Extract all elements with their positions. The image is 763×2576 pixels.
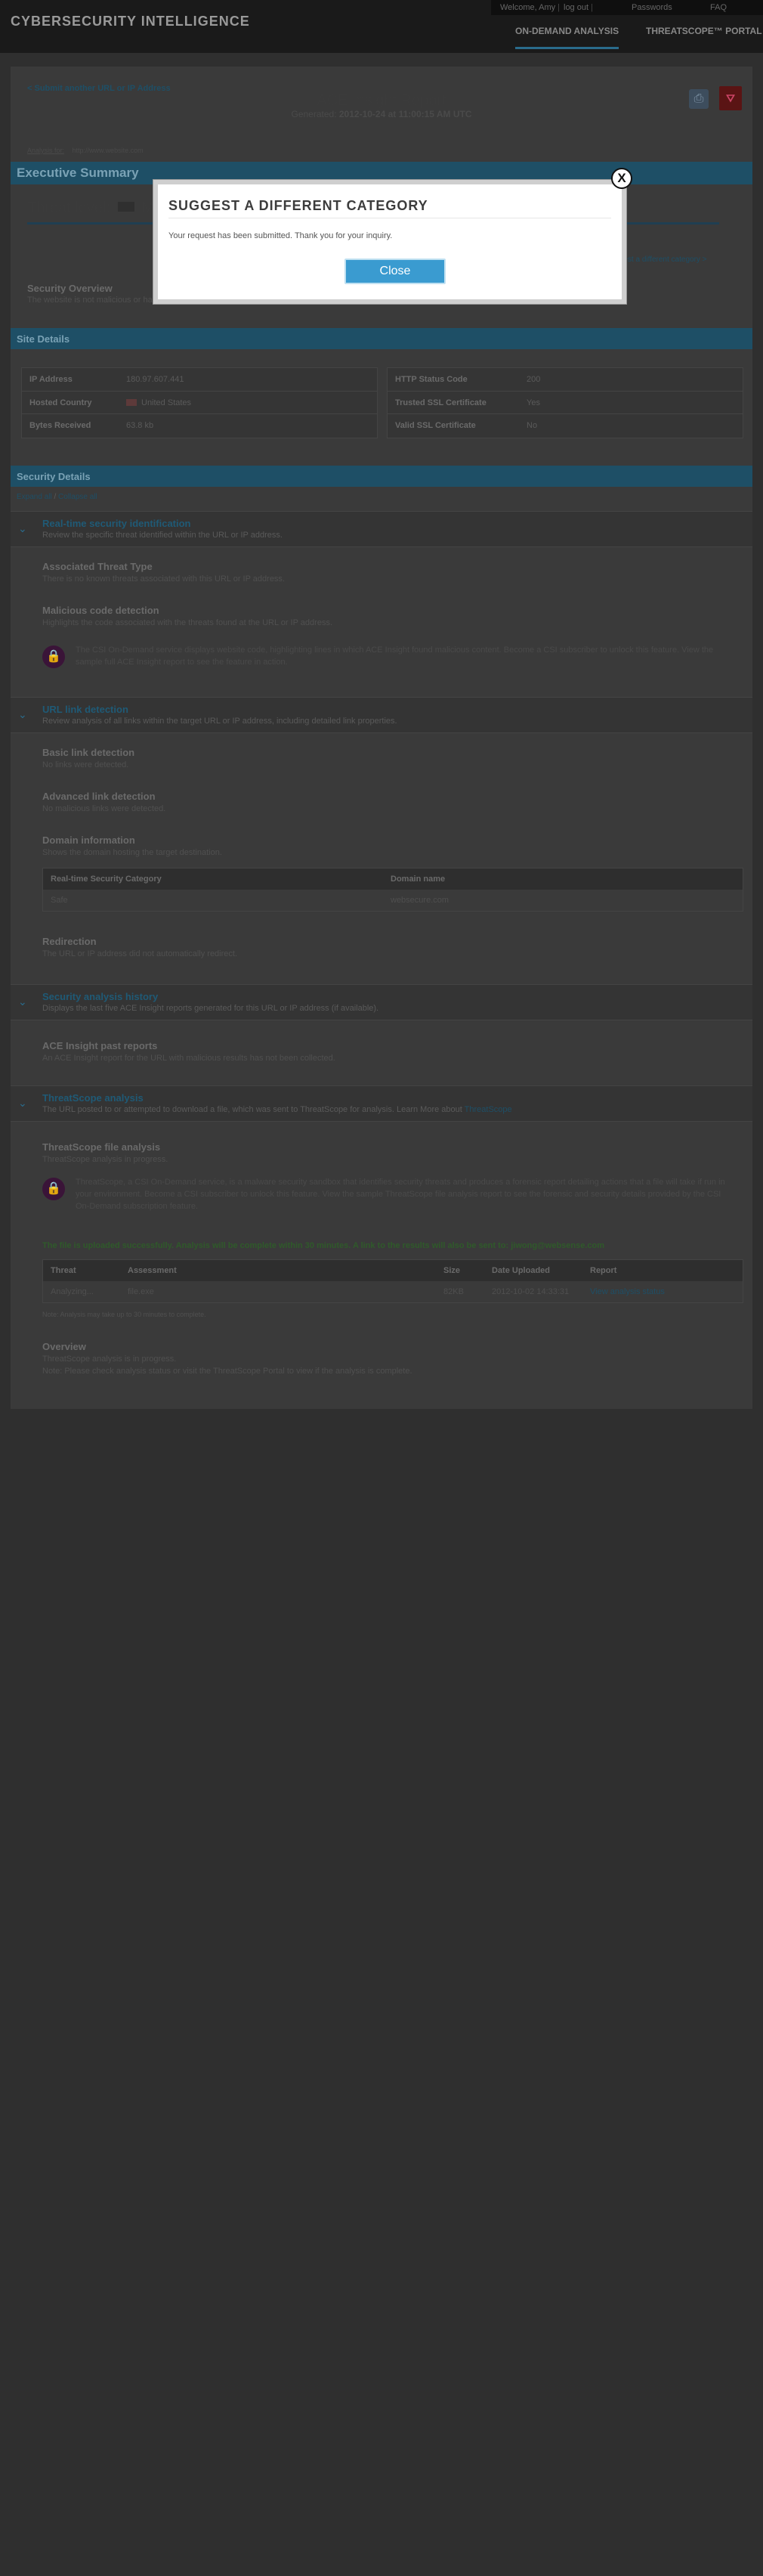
table-row: Safe websecure.com xyxy=(51,896,449,905)
site-details-left: IP Address 180.97.607.441 Hosted Country… xyxy=(21,367,378,438)
threatscope-file-title: ThreatScope file analysis xyxy=(42,1141,161,1153)
overview-title: Overview xyxy=(42,1341,86,1352)
section-realtime-header[interactable]: ⌄ Real-time security identification Revi… xyxy=(11,511,752,547)
threat-level-icon xyxy=(117,202,134,212)
top-header: CYBERSECURITY INTELLIGENCE Welcome, Amy … xyxy=(0,0,763,53)
chevron-down-icon[interactable]: ⌄ xyxy=(18,995,27,1008)
table-row: Analyzing... file.exe 82KB 2012-10-02 14… xyxy=(51,1287,665,1296)
domain-table-header: Real-time Security Category Domain name xyxy=(43,868,743,890)
overview-text: ThreatScope analysis is in progress. xyxy=(42,1355,177,1364)
overview-note: Note: Please check analysis status or vi… xyxy=(42,1367,412,1376)
security-overview-title: Security Overview xyxy=(27,283,113,294)
suggest-category-modal: SUGGEST A DIFFERENT CATEGORY Your reques… xyxy=(153,180,626,304)
close-button[interactable]: Close xyxy=(344,259,446,284)
domain-info-title: Domain information xyxy=(42,834,135,846)
pdf-icon[interactable]: ⛛ xyxy=(719,86,742,110)
lock-icon: 🔒 xyxy=(42,646,65,668)
redirection-text: The URL or IP address did not automatica… xyxy=(42,949,238,958)
learn-more-threatscope-link[interactable]: ThreatScope xyxy=(465,1105,512,1114)
brand-logo-text: CYBERSECURITY INTELLIGENCE xyxy=(11,14,250,29)
chevron-down-icon[interactable]: ⌄ xyxy=(18,1097,27,1110)
threatscope-table-header: Threat Assessment Size Date Uploaded Rep… xyxy=(43,1260,743,1281)
analysis-note: Note: Analysis may take up to 30 minutes… xyxy=(42,1311,206,1318)
upload-success-message: The file is uploaded successfully. Analy… xyxy=(42,1241,605,1250)
modal-title: SUGGEST A DIFFERENT CATEGORY xyxy=(168,198,428,213)
basic-link-title: Basic link detection xyxy=(42,747,135,758)
nav-on-demand-analysis[interactable]: ON-DEMAND ANALYSIS xyxy=(515,26,619,49)
chevron-down-icon[interactable]: ⌄ xyxy=(18,522,27,535)
site-row-bytes: Bytes Received 63.8 kb xyxy=(22,413,377,437)
threatscope-table: Threat Assessment Size Date Uploaded Rep… xyxy=(42,1259,743,1303)
threatscope-file-text: ThreatScope analysis in progress. xyxy=(42,1155,168,1164)
advanced-link-text: No malicious links were detected. xyxy=(42,804,166,813)
basic-link-text: No links were detected. xyxy=(42,760,129,769)
redirection-title: Redirection xyxy=(42,936,97,947)
generated-line: Generated: 2012-10-24 at 11:00:15 AM UTC xyxy=(291,109,472,119)
logout-link[interactable]: log out xyxy=(564,3,588,12)
close-icon[interactable]: X xyxy=(611,168,632,189)
threatscope-locked: 🔒 ThreatScope, a CSI On-Demand service, … xyxy=(42,1175,730,1212)
section-url-link-header[interactable]: ⌄ URL link detection Review analysis of … xyxy=(11,697,752,733)
flag-icon xyxy=(126,399,137,406)
site-row-ip: IP Address 180.97.607.441 xyxy=(29,375,184,384)
expand-collapse: Expand all / Collapse all xyxy=(17,493,97,501)
associated-threat-text: There is no known threats associated wit… xyxy=(42,574,285,584)
modal-message: Your request has been submitted. Thank y… xyxy=(168,231,393,240)
past-reports-title: ACE Insight past reports xyxy=(42,1040,158,1051)
domain-info-text: Shows the domain hosting the target dest… xyxy=(42,848,222,857)
section-threatscope-header[interactable]: ⌄ ThreatScope analysis The URL posted to… xyxy=(11,1085,752,1122)
collapse-all-link[interactable]: Collapse all xyxy=(58,493,97,501)
site-row-trusted-ssl: Trusted SSL Certificate Yes xyxy=(388,391,743,414)
threat-level-label: Threat level: M xyxy=(27,200,154,216)
security-details-bar: Security Details xyxy=(11,466,752,487)
report-title: ACE Insight Report xyxy=(317,92,446,109)
past-reports-text: An ACE Insight report for the URL with m… xyxy=(42,1054,335,1063)
malicious-code-title: Malicious code detection xyxy=(42,605,159,616)
site-row-valid-ssl: Valid SSL Certificate No xyxy=(388,413,743,437)
site-row-http: HTTP Status Code 200 xyxy=(395,375,541,384)
site-details-bar: Site Details xyxy=(11,328,752,349)
generated-value: 2012-10-24 at 11:00:15 AM UTC xyxy=(338,109,472,119)
expand-all-link[interactable]: Expand all xyxy=(17,493,52,501)
nav-threatscope-portal[interactable]: THREATSCOPE™ PORTAL xyxy=(646,26,762,36)
site-row-country: Hosted Country United States xyxy=(22,391,377,414)
passwords-link[interactable]: Passwords xyxy=(632,3,672,12)
threat-level-value: M xyxy=(141,200,154,216)
malicious-code-locked: 🔒 The CSI On-Demand service displays web… xyxy=(42,642,730,673)
advanced-link-title: Advanced link detection xyxy=(42,791,156,802)
associated-threat-title: Associated Threat Type xyxy=(42,561,153,572)
printer-icon[interactable]: ⎙ xyxy=(689,89,709,109)
view-analysis-status-link[interactable]: View analysis status xyxy=(590,1287,665,1296)
faq-link[interactable]: FAQ xyxy=(710,3,727,12)
account-strip: Welcome, Amy | log out | Passwords FAQ xyxy=(491,0,763,15)
malicious-code-text: Highlights the code associated with the … xyxy=(42,618,333,627)
section-history-header[interactable]: ⌄ Security analysis history Displays the… xyxy=(11,984,752,1020)
welcome-text: Welcome, Amy xyxy=(500,3,556,12)
lock-icon: 🔒 xyxy=(42,1178,65,1200)
analysis-for-line: Analysis for: http://www.website.com xyxy=(27,147,144,154)
chevron-down-icon[interactable]: ⌄ xyxy=(18,708,27,721)
site-details-right: HTTP Status Code 200 Trusted SSL Certifi… xyxy=(387,367,743,438)
domain-table: Real-time Security Category Domain name … xyxy=(42,868,743,912)
